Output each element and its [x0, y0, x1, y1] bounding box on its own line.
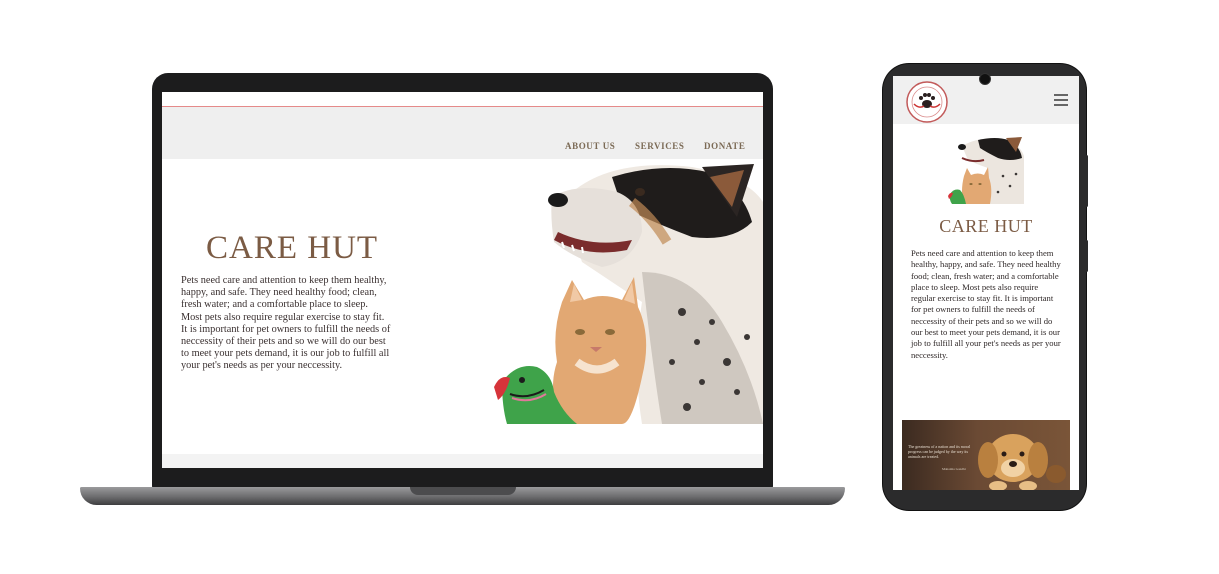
- phone-camera: [979, 73, 991, 85]
- phone-side-button: [1085, 240, 1088, 272]
- hero-title: CARE HUT: [206, 230, 379, 266]
- laptop-hinge-notch: [410, 487, 516, 495]
- banner-quote-author: Mahatma Gandhi: [942, 467, 966, 471]
- mobile-hero-title: CARE HUT: [939, 216, 1033, 236]
- mobile-hero-description: Pets need care and attention to keep the…: [911, 248, 1061, 360]
- dog-cat-parrot-image: [948, 137, 1024, 204]
- footer-strip: [162, 454, 763, 468]
- phone-screen: CARE HUT Pets need care and attention to…: [893, 76, 1079, 490]
- care-hut-paw-logo-icon[interactable]: [905, 80, 949, 124]
- laptop-screen: ABOUT US SERVICES DONATE CARE HUT Pets n…: [162, 92, 763, 468]
- hero-description: Pets need care and attention to keep the…: [181, 275, 391, 372]
- banner-quote: The greatness of a nation and its moral …: [908, 444, 971, 459]
- nav-donate[interactable]: DONATE: [704, 141, 745, 151]
- dog-cat-parrot-image: [494, 164, 763, 424]
- phone-side-button: [1085, 155, 1088, 207]
- nav-about-us[interactable]: ABOUT US: [565, 141, 615, 151]
- puppy-banner-image: The greatness of a nation and its moral …: [902, 420, 1070, 490]
- hamburger-menu-icon[interactable]: [1054, 94, 1068, 106]
- site-navbar: ABOUT US SERVICES DONATE: [162, 107, 763, 159]
- puppy-icon: [978, 434, 1066, 490]
- nav-services[interactable]: SERVICES: [635, 141, 685, 151]
